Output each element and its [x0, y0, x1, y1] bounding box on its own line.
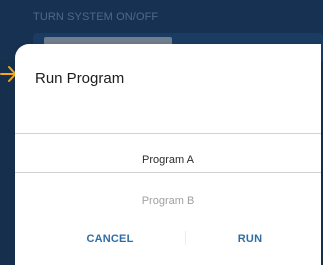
picker-top-divider [15, 133, 321, 134]
run-button[interactable]: RUN [195, 227, 305, 251]
program-option-selected[interactable]: Program A [15, 154, 321, 166]
button-divider [185, 231, 186, 245]
cancel-button[interactable]: CANCEL [55, 227, 165, 251]
picker-bottom-divider [15, 172, 321, 173]
program-picker[interactable]: Program A Program B [15, 133, 321, 223]
program-option[interactable]: Program B [15, 195, 321, 207]
run-program-dialog: Run Program Program A Program B CANCEL R… [15, 44, 321, 265]
dialog-title: Run Program [35, 70, 125, 87]
